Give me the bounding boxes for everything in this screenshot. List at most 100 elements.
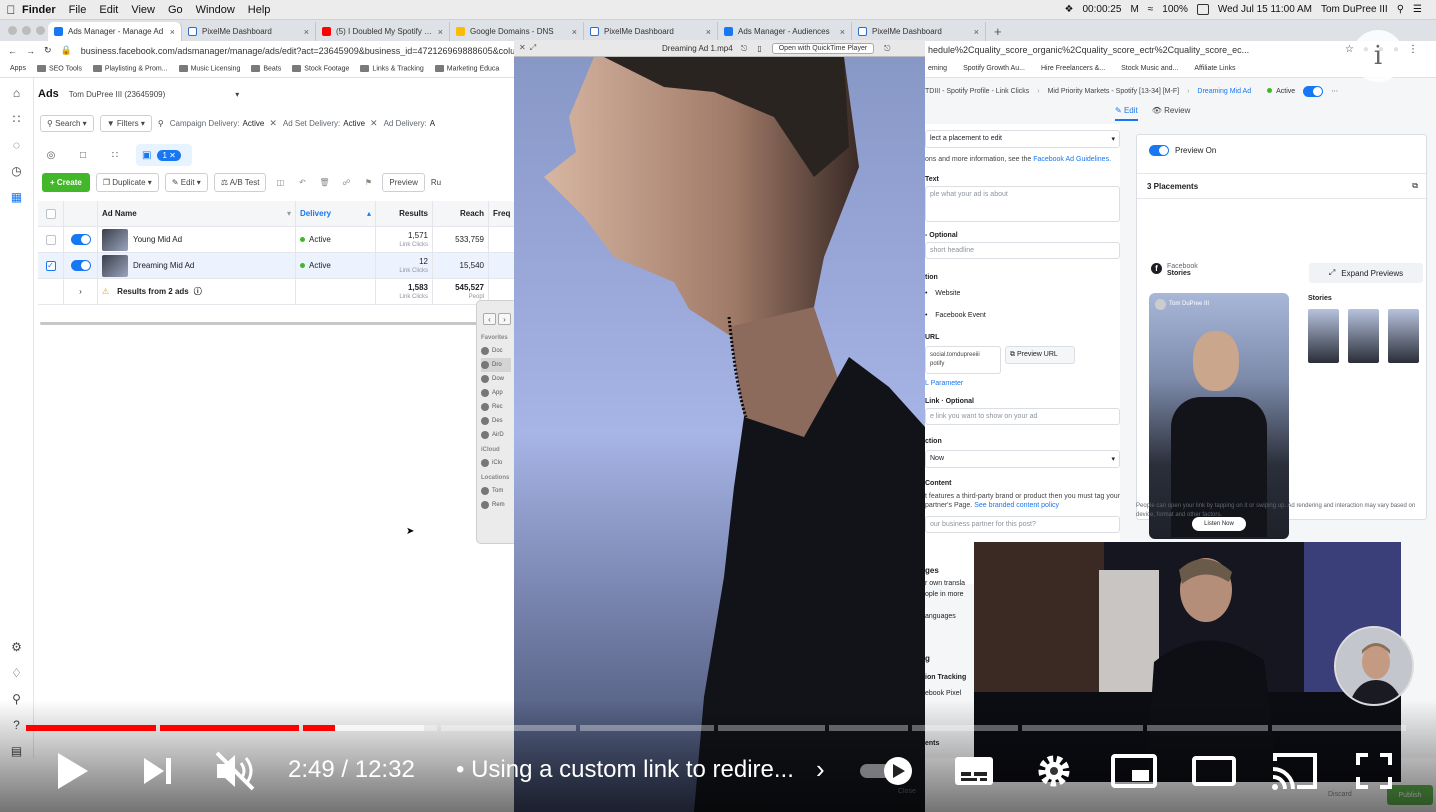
column-delivery[interactable]: Delivery ▴ [296,201,376,226]
menu-file[interactable]: File [69,4,87,16]
chapter-segment[interactable] [1147,725,1268,731]
tab-pixelme-2[interactable]: PixelMe Dashboard × [584,22,718,41]
back-icon[interactable]: ‹ [483,313,496,325]
miniplayer-button[interactable] [1108,738,1160,804]
chapter-segment[interactable] [828,725,908,731]
tab-ad-sets[interactable]: ∷ [104,144,126,166]
user-name[interactable]: Tom DuPree III [1321,4,1388,15]
website-option[interactable]: • Website [925,290,960,297]
headline-input[interactable]: short headline [925,242,1120,259]
tab-youtube[interactable]: (5) I Doubled My Spotify Follo × [316,22,450,41]
apple-icon[interactable]:  [0,3,22,17]
search-icon[interactable]: ⚲ [12,692,21,706]
sidebar-item[interactable]: Doc [481,344,511,358]
bookmark-stock-music[interactable]: Stock Music and... [1121,65,1178,72]
cta-select[interactable]: Now ▾ [925,450,1120,468]
bookmark-seo-tools[interactable]: SEO Tools [36,64,82,72]
row-checkbox-checked[interactable]: ✓ [45,260,56,271]
chevron-right-icon[interactable]: › [816,754,825,785]
notifications-icon[interactable]: ♢ [11,666,22,680]
sidebar-item[interactable]: Dro [481,358,511,372]
close-tab-icon[interactable]: × [572,27,577,37]
tab-ads-manager[interactable]: Ads Manager - Manage Ad × [48,22,182,41]
chapter-segment[interactable] [302,725,438,731]
url-field-tail[interactable]: hedule%2Cquality_score_organic%2Cquality… [928,45,1249,55]
tab-review[interactable]: 👁 Review [1152,106,1191,121]
back-icon[interactable]: ← [8,46,17,56]
sidebar-item[interactable]: Tom [481,484,511,498]
url-parameter-link[interactable]: L Parameter [925,380,963,387]
minimize-window-button[interactable] [22,26,31,35]
chapter-segment[interactable] [26,725,157,731]
export-icon[interactable]: ⎋ [884,44,890,54]
more-options-icon[interactable]: ⋯ [1331,87,1338,95]
share-icon[interactable]: ⎋ [741,44,747,54]
menu-edit[interactable]: Edit [99,4,118,16]
sidebar-item[interactable]: AirD [481,428,511,442]
chevron-down-icon[interactable]: ▾ [287,209,291,218]
info-icon[interactable]: i [1352,30,1404,82]
next-button[interactable] [130,738,186,804]
preview-button[interactable]: Preview [382,172,425,192]
open-with-quicktime-button[interactable]: Open with QuickTime Player [771,43,875,54]
sidebar-item[interactable]: Des [481,414,511,428]
settings-button[interactable] [1030,738,1078,804]
branded-policy-link[interactable]: See branded content policy [974,502,1059,509]
sidebar-item[interactable]: iClo [481,456,511,470]
chevron-right-icon[interactable]: › [79,287,82,296]
sort-icon[interactable]: ▴ [367,209,371,218]
menu-view[interactable]: View [131,4,155,16]
close-tab-icon[interactable]: × [304,27,309,37]
ad-active-toggle[interactable] [1303,85,1324,97]
story-thumbnail[interactable] [1348,309,1379,363]
close-tab-icon[interactable]: × [706,27,711,37]
column-reach[interactable]: Reach [433,201,489,226]
chapter-segment[interactable] [1022,725,1144,731]
rules-icon[interactable]: ⚑ [360,178,376,187]
fullscreen-button[interactable] [1350,738,1398,804]
ad-name-cell[interactable]: Young Mid Ad [98,227,296,252]
guidelines-link[interactable]: Facebook Ad Guidelines. [1033,156,1111,163]
bookmark-music-licensing[interactable]: Music Licensing [178,64,240,72]
wifi-icon[interactable]: ≈ [1148,4,1154,15]
subtitles-button[interactable] [948,738,1000,804]
preview-url-button[interactable]: ⧉ Preview URL [1005,346,1075,364]
selected-count-badge[interactable]: 1 ✕ [157,149,181,161]
home-icon[interactable]: ⌂ [13,86,20,100]
chapter-title[interactable]: • Using a custom link to redire... [456,756,794,784]
chapter-segment[interactable] [911,725,1019,731]
facebook-pixel-label[interactable]: ebook Pixel [925,690,961,697]
close-icon[interactable]: ✕ [269,118,277,128]
settings-icon[interactable]: ⚙ [11,640,22,654]
bookmark-streaming[interactable]: eming [928,65,947,72]
dropbox-icon[interactable]: ❖ [1065,4,1074,15]
tab-campaigns[interactable]: □ [72,144,94,166]
all-tools-icon[interactable]: ∷ [13,112,21,126]
languages-text-3[interactable]: anguages [925,613,956,620]
close-icon[interactable]: ✕ [370,118,378,128]
ad-toggle[interactable] [70,234,91,245]
story-thumbnail[interactable] [1308,309,1339,363]
preview-on-toggle[interactable] [1149,145,1169,156]
menu-window[interactable]: Window [196,4,235,16]
ads-manager-icon[interactable]: ▦ [11,190,22,204]
new-tab-button[interactable]: + [986,24,1010,41]
fullscreen-icon[interactable]: ⤢ [530,43,536,53]
trash-icon[interactable]: 🗑 [316,178,332,187]
sidebar-item[interactable]: Dow [481,372,511,386]
create-button[interactable]: + Create [42,172,90,192]
expand-previews-button[interactable]: ⤢ Expand Previews [1309,263,1423,283]
close-tab-icon[interactable]: × [170,27,175,37]
forward-icon[interactable]: › [498,313,511,325]
menu-help[interactable]: Help [248,4,271,16]
breadcrumb-ad-set[interactable]: Mid Priority Markets - Spotify [13-34] [… [1048,88,1179,95]
control-center-icon[interactable]: ☰ [1413,4,1422,15]
sidebar-item[interactable]: App [481,386,511,400]
ad-name-cell[interactable]: Dreaming Mid Ad [98,253,296,278]
filter-chip-adset-delivery[interactable]: Ad Set Delivery: Active ✕ [283,118,378,129]
tab-google-domains[interactable]: Google Domains - DNS × [450,22,584,41]
mute-button[interactable] [206,738,266,804]
info-icon[interactable]: ⓘ [194,286,202,297]
open-external-icon[interactable]: ⧉ [1412,181,1418,191]
filters-button[interactable]: ▼ Filters ▾ [99,114,152,132]
